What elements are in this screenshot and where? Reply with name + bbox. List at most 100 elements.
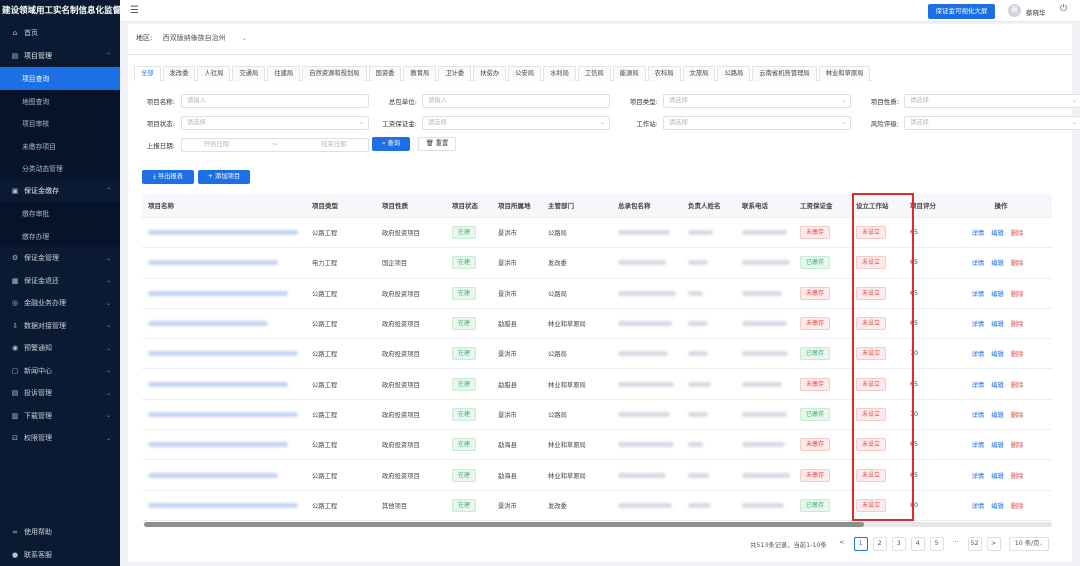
- sidebar-item[interactable]: ◉ 预警通知 ⌄: [0, 337, 120, 360]
- project-name-input[interactable]: 请输入: [181, 93, 369, 108]
- report-date-range[interactable]: 开始日期 ~ 结束日期: [181, 137, 369, 152]
- page-button[interactable]: 5: [929, 537, 944, 551]
- project-type-select[interactable]: 请选择 ⌄: [663, 93, 851, 108]
- bigscreen-button[interactable]: 保证金可视化大屏: [928, 4, 995, 19]
- horizontal-scrollbar[interactable]: [144, 522, 1052, 527]
- tab-14[interactable]: 农科局: [647, 66, 681, 81]
- detail-link[interactable]: 详情: [972, 258, 985, 267]
- project-nature-select[interactable]: 请选择 ⌄: [904, 93, 1080, 108]
- page-button[interactable]: 1: [853, 537, 868, 551]
- sidebar-item[interactable]: ▥ 下载管理 ⌄: [0, 405, 120, 428]
- delete-link[interactable]: 删除: [1011, 228, 1024, 237]
- project-status-select[interactable]: 请选择 ⌄: [181, 115, 369, 130]
- sidebar-subitem[interactable]: 分类动态管理: [0, 157, 120, 180]
- sidebar-item[interactable]: ▦ 保证金退还 ⌄: [0, 270, 120, 293]
- sidebar-item[interactable]: ▢ 新闻中心 ⌄: [0, 360, 120, 383]
- tab-0[interactable]: 全部: [134, 66, 161, 81]
- delete-link[interactable]: 删除: [1011, 349, 1024, 358]
- sidebar-item[interactable]: ▤ 投诉管理 ⌄: [0, 382, 120, 405]
- tab-15[interactable]: 文旅局: [682, 66, 716, 81]
- tab-5[interactable]: 自然资源和规划局: [302, 66, 367, 81]
- project-name-cell[interactable]: [142, 430, 306, 459]
- sidebar-subitem[interactable]: 未缴存项目: [0, 134, 120, 157]
- tab-11[interactable]: 水利局: [542, 66, 576, 81]
- risk-rating-select[interactable]: 请选择 ⌄: [904, 115, 1080, 130]
- edit-link[interactable]: 编辑: [991, 289, 1004, 298]
- prev-page-button[interactable]: <: [834, 537, 849, 551]
- delete-link[interactable]: 删除: [1011, 319, 1024, 328]
- delete-link[interactable]: 删除: [1011, 289, 1024, 298]
- export-report-button[interactable]: ⤓ 导出报表: [142, 170, 194, 184]
- region-selector[interactable]: 地区: 西双版纳傣族自治州 ⌄: [136, 33, 247, 43]
- sidebar-item[interactable]: ▤ 项目管理 ⌃: [0, 45, 120, 68]
- sidebar-item[interactable]: ⊡ 权限管理 ⌄: [0, 427, 120, 450]
- delete-link[interactable]: 删除: [1011, 471, 1024, 480]
- edit-link[interactable]: 编辑: [991, 410, 1004, 419]
- detail-link[interactable]: 详情: [972, 410, 985, 419]
- project-name-cell[interactable]: [142, 460, 306, 489]
- workstation-select[interactable]: 请选择 ⌄: [663, 115, 851, 130]
- page-button[interactable]: ···: [948, 537, 963, 551]
- end-date[interactable]: 结束日期: [321, 139, 346, 151]
- sidebar-subitem[interactable]: 项目审核: [0, 112, 120, 135]
- tab-7[interactable]: 教育局: [403, 66, 437, 81]
- project-name-cell[interactable]: [142, 279, 306, 308]
- project-name-cell[interactable]: [142, 309, 306, 338]
- project-name-cell[interactable]: [142, 400, 306, 429]
- tab-4[interactable]: 住建局: [267, 66, 301, 81]
- tab-9[interactable]: 扶贫办: [473, 66, 507, 81]
- customer-service-link[interactable]: ● 联系客服: [0, 544, 120, 566]
- delete-link[interactable]: 删除: [1011, 380, 1024, 389]
- tab-6[interactable]: 国资委: [368, 66, 402, 81]
- scrollbar-thumb[interactable]: [144, 522, 864, 527]
- tab-2[interactable]: 人社局: [197, 66, 231, 81]
- sidebar-subitem[interactable]: 地图查询: [0, 89, 120, 112]
- delete-link[interactable]: 删除: [1011, 410, 1024, 419]
- tab-1[interactable]: 发改委: [162, 66, 196, 81]
- sidebar-item[interactable]: ⇩ 数据对接管理 ⌄: [0, 315, 120, 338]
- page-button[interactable]: 3: [891, 537, 906, 551]
- add-project-button[interactable]: + 添加项目: [198, 170, 250, 184]
- start-date[interactable]: 开始日期: [204, 139, 229, 151]
- sidebar-item[interactable]: ⚙ 保证金管理 ⌄: [0, 247, 120, 270]
- tab-13[interactable]: 能源局: [612, 66, 646, 81]
- power-icon[interactable]: ⏻: [1060, 4, 1067, 14]
- delete-link[interactable]: 删除: [1011, 501, 1024, 510]
- sidebar-subitem[interactable]: 缴存办理: [0, 224, 120, 247]
- delete-link[interactable]: 删除: [1011, 440, 1024, 449]
- delete-link[interactable]: 删除: [1011, 258, 1024, 267]
- detail-link[interactable]: 详情: [972, 380, 985, 389]
- contractor-input[interactable]: 请输入: [422, 93, 610, 108]
- tab-12[interactable]: 工信局: [577, 66, 611, 81]
- detail-link[interactable]: 详情: [972, 349, 985, 358]
- edit-link[interactable]: 编辑: [991, 501, 1004, 510]
- project-name-cell[interactable]: [142, 218, 306, 247]
- help-link[interactable]: ∞ 使用帮助: [0, 521, 120, 544]
- detail-link[interactable]: 详情: [972, 471, 985, 480]
- edit-link[interactable]: 编辑: [991, 228, 1004, 237]
- sidebar-subitem[interactable]: 项目查询: [0, 67, 120, 90]
- menu-toggle-icon[interactable]: ☰: [130, 5, 139, 16]
- edit-link[interactable]: 编辑: [991, 440, 1004, 449]
- page-button[interactable]: 52: [967, 537, 982, 551]
- avatar[interactable]: 蔡: [1008, 4, 1021, 17]
- edit-link[interactable]: 编辑: [991, 471, 1004, 480]
- detail-link[interactable]: 详情: [972, 228, 985, 237]
- wage-bond-select[interactable]: 请选择 ⌄: [422, 115, 610, 130]
- reset-button[interactable]: 🗑 重置: [418, 137, 456, 151]
- tab-10[interactable]: 公安局: [508, 66, 541, 81]
- sidebar-item[interactable]: ▣ 保证金缴存 ⌃: [0, 180, 120, 203]
- detail-link[interactable]: 详情: [972, 289, 985, 298]
- sidebar-item[interactable]: ◎ 金融业务办理 ⌄: [0, 292, 120, 315]
- tab-17[interactable]: 云南省机务管理局: [752, 66, 817, 81]
- project-name-cell[interactable]: [142, 369, 306, 398]
- page-button[interactable]: 2: [872, 537, 887, 551]
- username[interactable]: 蔡晓华: [1026, 7, 1046, 17]
- page-size-select[interactable]: 10 条/页 ⌄: [1008, 537, 1049, 551]
- project-name-cell[interactable]: [142, 248, 306, 277]
- next-page-button[interactable]: >: [986, 537, 1001, 551]
- edit-link[interactable]: 编辑: [991, 319, 1004, 328]
- tab-16[interactable]: 公路局: [717, 66, 751, 81]
- edit-link[interactable]: 编辑: [991, 258, 1004, 267]
- tab-8[interactable]: 卫计委: [438, 66, 472, 81]
